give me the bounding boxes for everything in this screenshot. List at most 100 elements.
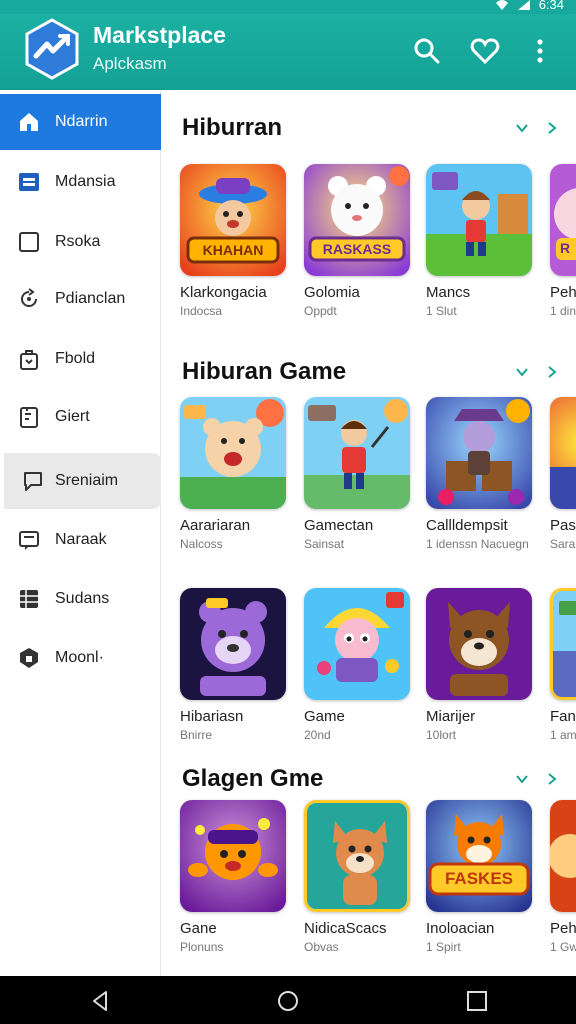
sidebar-item-rsoka[interactable]: Rsoka [0, 214, 161, 270]
app-card[interactable]: Game 20nd [304, 588, 410, 742]
app-card[interactable]: Miarijer 10lort [426, 588, 532, 742]
message-icon [19, 531, 39, 550]
app-card[interactable]: Fan 1 am [550, 588, 576, 742]
app-card[interactable]: Gamectan Sainsat [304, 397, 410, 551]
search-icon[interactable] [412, 36, 442, 66]
app-meta: 1 Spirt [426, 940, 461, 954]
app-card[interactable]: Hibariasn Bnirre [180, 588, 286, 742]
sidebar-item-naraak[interactable]: Naraak [0, 512, 161, 568]
app-name: Hibariasn [180, 708, 244, 725]
sidebar-item-fbold[interactable]: Fbold [0, 331, 161, 387]
app-meta: 20nd [304, 728, 331, 742]
signal-icon [517, 0, 530, 10]
wifi-icon [495, 0, 508, 10]
app-name: Callldempsit [426, 517, 508, 534]
section-controls [514, 364, 560, 380]
sidebar-item-label: Giert [55, 408, 90, 425]
sidebar-item-giert[interactable]: Giert [0, 389, 161, 445]
app-card[interactable]: Peh 1 Gw [550, 800, 576, 954]
app-thumbnail [180, 588, 286, 700]
app-card[interactable]: NidicaScacs Obvas [304, 800, 410, 954]
app-meta: Plonuns [180, 940, 224, 954]
refresh-icon [21, 288, 37, 307]
app-title: Markstplace [93, 22, 226, 48]
app-card[interactable]: KHAHAN Klarkongacia Indocsa [180, 164, 286, 318]
sidebar-item-sreniaim[interactable]: Sreniaim [4, 453, 161, 509]
home-nav-icon[interactable] [277, 990, 299, 1012]
section-title: Hiburran [182, 114, 283, 141]
system-nav-bar [0, 976, 576, 1024]
chevron-down-icon[interactable] [514, 771, 530, 787]
back-icon[interactable] [90, 990, 112, 1012]
app-card[interactable]: Gane Plonuns [180, 800, 286, 954]
thumbnail-badge-text: KHAHAN [202, 242, 264, 258]
app-card[interactable]: Pas Sara [550, 397, 576, 551]
app-meta: Sainsat [304, 537, 345, 551]
chevron-right-icon[interactable] [544, 771, 560, 787]
app-thumbnail: FASKES [426, 800, 532, 912]
app-card[interactable]: Mancs 1 Slut [426, 164, 532, 318]
app-meta: 1 am [550, 728, 576, 742]
square-icon [19, 232, 39, 252]
app-name: Miarijer [426, 708, 476, 725]
app-meta: 1 Gw [550, 940, 576, 954]
app-name: Golomia [304, 284, 360, 301]
app-name: Klarkongacia [180, 284, 267, 301]
thumbnail-badge-text: R [560, 240, 571, 256]
app-card[interactable]: RASKASS Golomia Oppdt [304, 164, 410, 318]
sidebar-item-pdianclan[interactable]: Pdianclan [0, 271, 161, 327]
app-card[interactable]: R Peh 1 din [550, 164, 576, 318]
app-name: Game [304, 708, 345, 725]
bag-icon [20, 350, 38, 370]
app-name: Gamectan [304, 517, 374, 534]
sidebar: Ndarrin Mdansia Rsoka Pdianclan Fbold Gi… [0, 90, 161, 976]
more-vert-icon[interactable] [526, 36, 556, 66]
grid-icon [20, 590, 38, 608]
app-meta: Obvas [304, 940, 339, 954]
chevron-down-icon[interactable] [514, 120, 530, 136]
document-icon [20, 407, 38, 428]
recents-icon[interactable] [466, 990, 488, 1012]
app-meta: 1 din [550, 304, 576, 318]
app-card[interactable]: FASKES Inoloacian 1 Spirt [426, 800, 532, 954]
app-thumbnail [304, 588, 410, 700]
app-thumbnail [550, 800, 576, 912]
app-thumbnail [180, 800, 286, 912]
sidebar-item-mdansia[interactable]: Mdansia [0, 154, 161, 210]
app-logo-icon [22, 18, 82, 80]
app-thumbnail [550, 588, 576, 700]
sidebar-item-label: Rsoka [55, 233, 101, 250]
app-card[interactable]: Aarariaran Nalcoss [180, 397, 286, 551]
app-meta: Indocsa [180, 304, 223, 318]
app-meta: 1 idenssn Nacuegn [426, 537, 529, 551]
app-name: Pas [550, 517, 576, 534]
sidebar-item-label: Naraak [55, 531, 107, 548]
app-name: Mancs [426, 284, 471, 301]
app-thumbnail [550, 397, 576, 509]
sidebar-item-sudans[interactable]: Sudans [0, 571, 161, 627]
section-controls [514, 771, 560, 787]
chevron-down-icon[interactable] [514, 364, 530, 380]
thumbnail-badge-text: FASKES [444, 869, 514, 888]
chevron-right-icon[interactable] [544, 120, 560, 136]
sidebar-item-label: Sreniaim [55, 472, 119, 489]
app-thumbnail [304, 397, 410, 509]
sidebar-item-ndarrin[interactable]: Ndarrin [0, 94, 161, 150]
sidebar-item-label: Fbold [55, 350, 96, 367]
app-thumbnail [304, 800, 410, 912]
app-bar: Markstplace Aplckasm [0, 14, 576, 90]
app-name: Gane [180, 920, 217, 937]
app-meta: Nalcoss [180, 537, 223, 551]
window-icon [19, 173, 39, 191]
app-subtitle: Aplckasm [93, 54, 167, 73]
app-card[interactable]: Callldempsit 1 idenssn Nacuegn [426, 397, 532, 551]
app-meta: 1 Slut [426, 304, 457, 318]
chevron-right-icon[interactable] [544, 364, 560, 380]
status-bar: 6:34 [0, 0, 576, 14]
section-title: Hiburan Game [182, 358, 347, 385]
section-controls [514, 120, 560, 136]
heart-icon[interactable] [470, 36, 500, 66]
sidebar-item-moonl[interactable]: Moonl· [0, 630, 161, 686]
sidebar-item-label: Sudans [55, 590, 110, 607]
app-thumbnail: RASKASS [304, 164, 410, 276]
